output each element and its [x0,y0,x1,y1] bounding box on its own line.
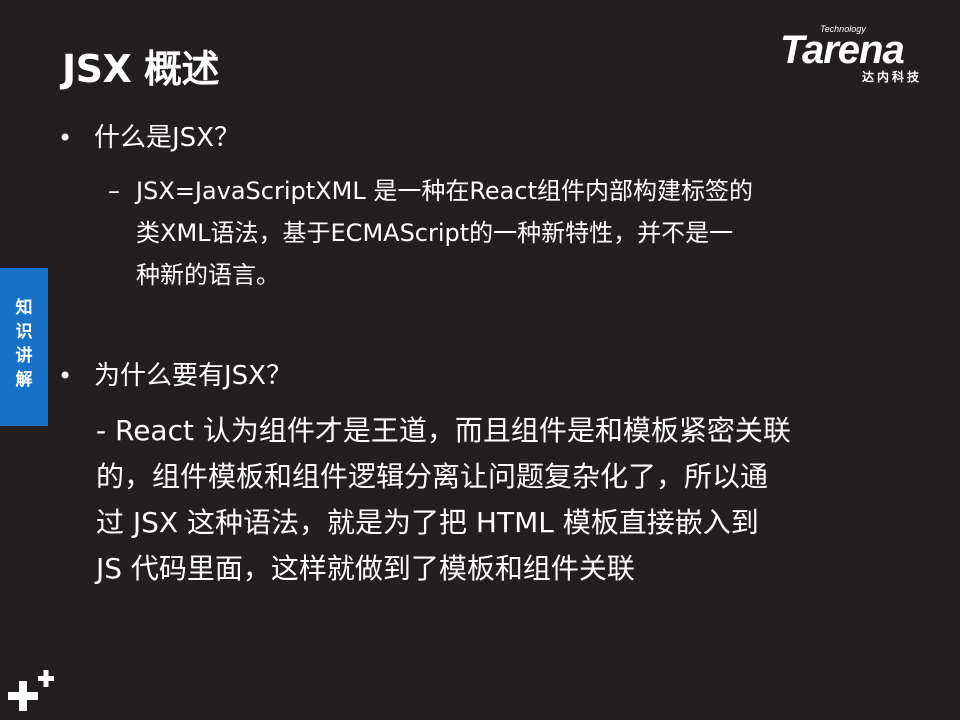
sub-text: JSX=JavaScriptXML 是一种在React组件内部构建标签的 [136,177,753,205]
side-tab-char: 解 [15,370,33,390]
bullet-dot: • [58,362,73,390]
side-tab-char: 识 [15,322,33,342]
body-line: 的，组件模板和组件逻辑分离让问题复杂化了，所以通 [96,460,769,493]
sub-line: 种新的语言。 [136,261,280,289]
sub-dash: – [108,177,120,205]
tarena-logo: Technology Tarena 达内科技 [780,24,950,84]
logo-brand: Tarena [780,28,905,72]
logo-cn: 达内科技 [862,70,923,84]
sub-line: – JSX=JavaScriptXML 是一种在React组件内部构建标签的 [108,172,753,210]
side-tab-char: 知 [15,298,33,318]
sub-line: 类XML语法，基于ECMAScript的一种新特性，并不是一 [136,219,734,247]
side-tab-char: 讲 [15,346,33,366]
plus-decoration-icon [8,670,54,711]
bullet-text: 为什么要有JSX？ [94,361,292,391]
bullet-dot: • [58,124,73,152]
body-line: - React 认为组件才是王道，而且组件是和模板紧密关联 [96,414,791,447]
knowledge-tab: 知 识 讲 解 [0,268,48,426]
bullet-text: 什么是JSX？ [94,123,240,153]
body-line: JS 代码里面，这样就做到了模板和组件关联 [96,552,635,585]
body-line: 过 JSX 这种语法，就是为了把 HTML 模板直接嵌入到 [96,506,759,539]
slide-title: JSX 概述 [62,47,220,91]
bullet-why-jsx: • 为什么要有JSX？ [58,356,292,396]
bullet-what-is-jsx: • 什么是JSX？ [58,118,240,158]
